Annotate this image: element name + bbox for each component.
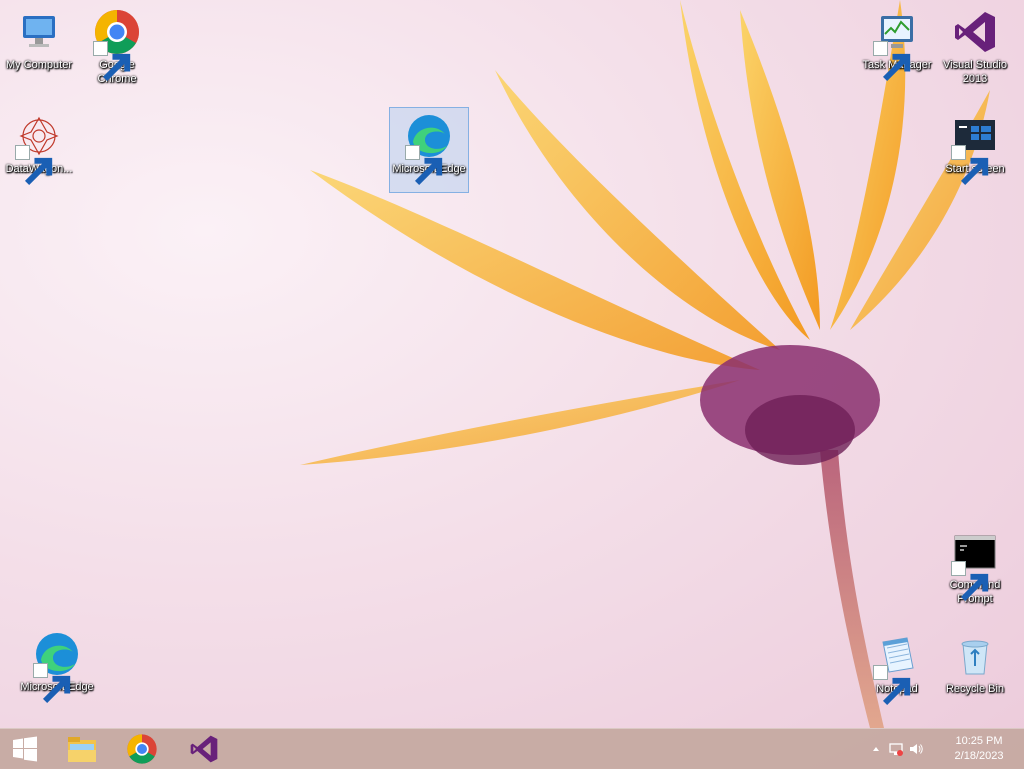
desktop-icon-notepad[interactable]: Notepad [858,628,936,706]
taskbar: 10:25 PM 2/18/2023 [0,728,1024,769]
start-icon [13,736,37,762]
chrome-icon [127,734,157,764]
desktop-icon-label: Visual Studio 2013 [942,59,1007,85]
shortcut-arrow-icon [33,663,71,704]
datawagon-icon [15,112,63,186]
start-screen-icon [951,112,999,186]
taskbar-clock[interactable]: 10:25 PM 2/18/2023 [944,734,1014,764]
shortcut-arrow-icon [93,41,131,82]
desktop-icon-datawagon[interactable]: DataWagon... [0,108,78,186]
system-tray: 10:25 PM 2/18/2023 [864,729,1024,769]
command-prompt-icon [951,528,999,602]
chrome-icon [93,8,141,82]
edge-icon [405,112,453,186]
shortcut-arrow-icon [951,145,989,186]
recycle-bin-icon [951,632,999,680]
task-manager-icon [873,8,921,82]
desktop-icon-start-screen[interactable]: Start screen [936,108,1014,186]
clock-date: 2/18/2023 [954,750,1004,762]
wallpaper-flower [300,0,990,728]
shortcut-arrow-icon [15,145,53,186]
shortcut-arrow-icon [873,41,911,82]
desktop-icon-microsoft-edge[interactable]: Microsoft Edge [18,626,96,704]
taskbar-file-explorer[interactable] [54,729,110,769]
start-button[interactable] [0,729,50,769]
notepad-icon [873,632,921,706]
taskbar-chrome[interactable] [114,729,170,769]
desktop-icon-google-chrome[interactable]: Google Chrome [78,4,156,86]
shortcut-arrow-icon [873,665,911,706]
shortcut-arrow-icon [951,561,989,602]
visual-studio-icon [951,8,999,56]
file-explorer-icon [68,737,96,762]
show-hidden-icons-chevron-up-icon[interactable] [868,741,884,757]
desktop-icon-label: Recycle Bin [945,683,1005,695]
volume-icon[interactable] [908,741,924,757]
desktop-icon-recycle-bin[interactable]: Recycle Bin [936,628,1014,696]
desktop-icon-my-computer[interactable]: My Computer [0,4,78,72]
desktop-icon-label: My Computer [5,59,73,71]
desktop-icon-command-prompt[interactable]: Command Prompt [936,524,1014,606]
network-icon[interactable] [888,741,904,757]
desktop-icon-task-manager[interactable]: Task Manager [858,4,936,82]
shortcut-arrow-icon [405,145,443,186]
visual-studio-icon [190,735,218,763]
edge-icon [33,630,81,704]
computer-icon [15,8,63,56]
clock-time: 10:25 PM [955,735,1003,747]
taskbar-visual-studio[interactable] [176,729,232,769]
desktop-icon-visual-studio[interactable]: Visual Studio 2013 [936,4,1014,86]
desktop-icon-microsoft-edge-selected[interactable]: Microsoft Edge [389,107,469,193]
